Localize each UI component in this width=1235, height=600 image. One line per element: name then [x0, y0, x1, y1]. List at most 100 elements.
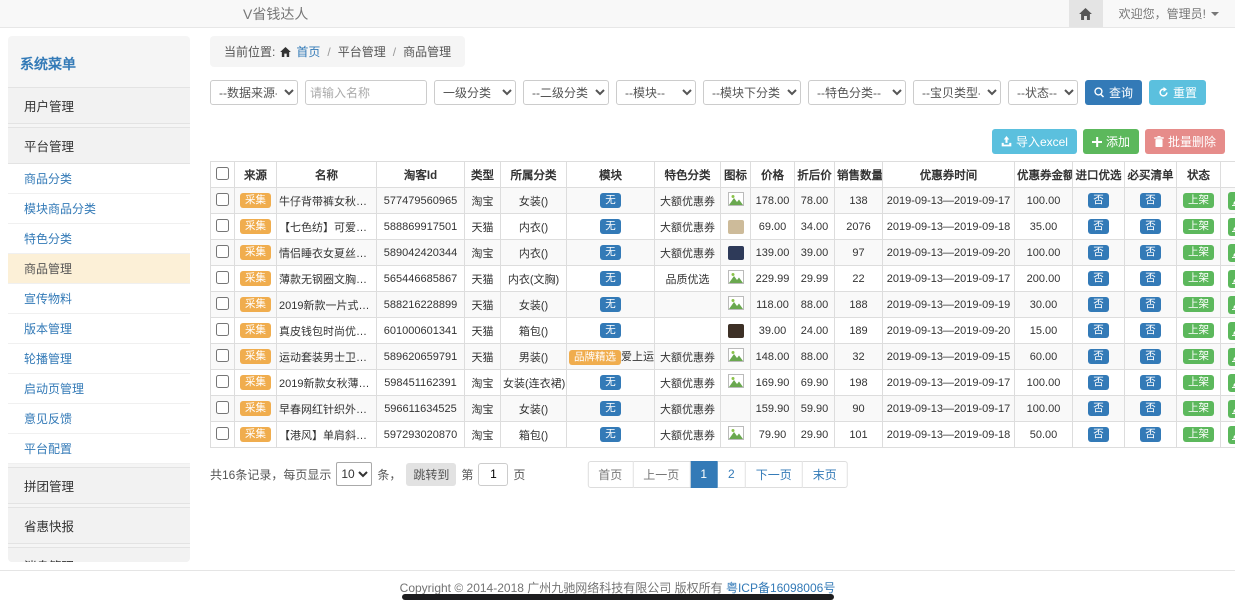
- must-buy-badge[interactable]: 否: [1140, 323, 1161, 339]
- sidebar-item[interactable]: 模块商品分类: [8, 194, 190, 224]
- must-buy-badge[interactable]: 否: [1140, 219, 1161, 235]
- import-select-badge[interactable]: 否: [1088, 375, 1109, 391]
- must-buy-badge[interactable]: 否: [1140, 401, 1161, 417]
- sidebar-item[interactable]: 商品管理: [8, 254, 190, 284]
- import-select-badge[interactable]: 否: [1088, 427, 1109, 443]
- edit-button[interactable]: [1228, 244, 1235, 262]
- status-badge[interactable]: 上架: [1183, 297, 1214, 313]
- page-button[interactable]: 下一页: [746, 461, 803, 488]
- import-select-badge[interactable]: 否: [1088, 219, 1109, 235]
- icp-link[interactable]: 粤ICP备16098006号: [726, 581, 835, 595]
- sidebar-section-header[interactable]: 拼团管理: [8, 467, 190, 504]
- import-select-badge[interactable]: 否: [1088, 297, 1109, 313]
- query-button[interactable]: 查询: [1085, 80, 1142, 105]
- breadcrumb-home-link[interactable]: 首页: [296, 43, 320, 60]
- filter-select[interactable]: --特色分类--: [808, 80, 906, 105]
- sidebar-item[interactable]: 商品分类: [8, 164, 190, 194]
- edit-button[interactable]: [1228, 374, 1235, 392]
- edit-button[interactable]: [1228, 296, 1235, 314]
- filter-select[interactable]: --宝贝类型--: [913, 80, 1001, 105]
- status-badge[interactable]: 上架: [1183, 271, 1214, 287]
- filter-select[interactable]: --模块--: [616, 80, 696, 105]
- table-header-row: 来源名称淘客Id类型所属分类模块特色分类图标价格折后价销售数量优惠券时间优惠券金…: [211, 162, 1235, 188]
- status-badge[interactable]: 上架: [1183, 245, 1214, 261]
- filter-name-input[interactable]: [305, 80, 427, 105]
- must-buy-badge[interactable]: 否: [1140, 427, 1161, 443]
- sidebar-item[interactable]: 版本管理: [8, 314, 190, 344]
- edit-button[interactable]: [1228, 426, 1235, 444]
- filter-select[interactable]: --模块下分类--: [703, 80, 801, 105]
- per-page-select[interactable]: 10: [336, 462, 372, 486]
- status-badge[interactable]: 上架: [1183, 375, 1214, 391]
- filter-select[interactable]: --二级分类--: [523, 80, 609, 105]
- status-badge[interactable]: 上架: [1183, 219, 1214, 235]
- import-select-badge[interactable]: 否: [1088, 271, 1109, 287]
- sidebar-item[interactable]: 平台配置: [8, 434, 190, 464]
- import-select-badge[interactable]: 否: [1088, 349, 1109, 365]
- page-button[interactable]: 2: [718, 461, 746, 488]
- sidebar-item[interactable]: 意见反馈: [8, 404, 190, 434]
- reset-button[interactable]: 重置: [1149, 80, 1206, 105]
- row-checkbox[interactable]: [216, 193, 229, 206]
- must-buy-badge[interactable]: 否: [1140, 297, 1161, 313]
- source-badge: 采集: [240, 427, 271, 443]
- row-checkbox[interactable]: [216, 323, 229, 336]
- batch-delete-button[interactable]: 批量删除: [1145, 129, 1225, 154]
- row-checkbox[interactable]: [216, 271, 229, 284]
- row-checkbox[interactable]: [216, 349, 229, 362]
- edit-button[interactable]: [1228, 322, 1235, 340]
- import-select-badge[interactable]: 否: [1088, 193, 1109, 209]
- import-excel-button[interactable]: 导入excel: [992, 129, 1077, 154]
- sidebar-section-header[interactable]: 省惠快报: [8, 507, 190, 544]
- jump-page-input[interactable]: [478, 463, 508, 486]
- status-badge[interactable]: 上架: [1183, 323, 1214, 339]
- row-checkbox[interactable]: [216, 427, 229, 440]
- row-checkbox[interactable]: [216, 245, 229, 258]
- page-button[interactable]: 首页: [587, 461, 633, 488]
- row-checkbox[interactable]: [216, 219, 229, 232]
- edit-button[interactable]: [1228, 348, 1235, 366]
- import-select-badge[interactable]: 否: [1088, 245, 1109, 261]
- filter-select[interactable]: --数据来源--: [210, 80, 298, 105]
- must-buy-badge[interactable]: 否: [1140, 349, 1161, 365]
- filter-select[interactable]: 一级分类: [434, 80, 516, 105]
- must-buy-badge[interactable]: 否: [1140, 245, 1161, 261]
- coupon-time: 2019-09-13—2019-09-20: [883, 240, 1015, 266]
- row-checkbox[interactable]: [216, 375, 229, 388]
- row-checkbox[interactable]: [216, 401, 229, 414]
- page-button[interactable]: 末页: [803, 461, 848, 488]
- nav-home-button[interactable]: [1069, 0, 1103, 27]
- discount-price: 39.00: [795, 240, 835, 266]
- page-button[interactable]: 上一页: [633, 461, 690, 488]
- status-badge[interactable]: 上架: [1183, 193, 1214, 209]
- status-badge[interactable]: 上架: [1183, 401, 1214, 417]
- status-badge[interactable]: 上架: [1183, 349, 1214, 365]
- sidebar-item[interactable]: 轮播管理: [8, 344, 190, 374]
- module-cell: 无: [567, 240, 655, 266]
- jump-button[interactable]: 跳转到: [406, 463, 456, 486]
- row-checkbox[interactable]: [216, 297, 229, 310]
- sidebar-section-header[interactable]: 消息管理: [8, 547, 190, 562]
- sidebar-item[interactable]: 启动页管理: [8, 374, 190, 404]
- import-select-badge[interactable]: 否: [1088, 323, 1109, 339]
- must-buy-badge[interactable]: 否: [1140, 193, 1161, 209]
- status-badge[interactable]: 上架: [1183, 427, 1214, 443]
- add-button[interactable]: 添加: [1083, 129, 1139, 154]
- edit-button[interactable]: [1228, 270, 1235, 288]
- select-all-checkbox[interactable]: [216, 167, 229, 180]
- module-cell: 无: [567, 370, 655, 396]
- must-buy-badge[interactable]: 否: [1140, 375, 1161, 391]
- user-menu[interactable]: 欢迎您，管理员!: [1103, 5, 1235, 22]
- sidebar-item[interactable]: 特色分类: [8, 224, 190, 254]
- filter-select[interactable]: --状态--: [1008, 80, 1078, 105]
- edit-button[interactable]: [1228, 192, 1235, 210]
- sidebar-item[interactable]: 宣传物料: [8, 284, 190, 314]
- footer: Copyright © 2014-2018 广州九驰网络科技有限公司 版权所有 …: [0, 570, 1235, 596]
- sidebar-section-header[interactable]: 平台管理: [8, 127, 190, 164]
- edit-button[interactable]: [1228, 400, 1235, 418]
- page-button[interactable]: 1: [690, 461, 718, 488]
- import-select-badge[interactable]: 否: [1088, 401, 1109, 417]
- must-buy-badge[interactable]: 否: [1140, 271, 1161, 287]
- edit-button[interactable]: [1228, 218, 1235, 236]
- sidebar-section-header[interactable]: 用户管理: [8, 87, 190, 124]
